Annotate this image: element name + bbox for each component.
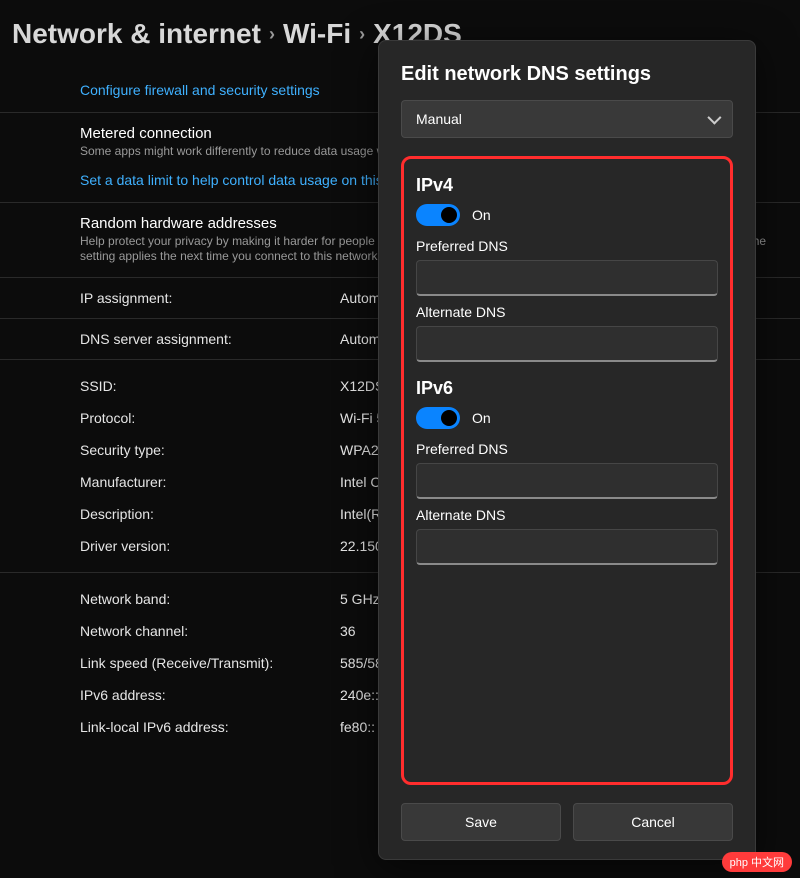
ipv4-toggle-label: On (472, 207, 491, 223)
edit-dns-dialog: Edit network DNS settings Manual IPv4 On… (378, 40, 756, 860)
breadcrumb-wifi[interactable]: Wi-Fi (283, 18, 351, 50)
cancel-button[interactable]: Cancel (573, 803, 733, 841)
watermark: php 中文网 (722, 852, 792, 872)
property-value: 36 (340, 623, 356, 639)
property-key: Link speed (Receive/Transmit): (80, 655, 340, 671)
ipv4-preferred-label: Preferred DNS (416, 238, 718, 254)
dns-mode-select[interactable]: Manual (401, 100, 733, 138)
chevron-right-icon: › (269, 24, 275, 45)
ipv4-toggle[interactable] (416, 204, 460, 226)
ipv6-heading: IPv6 (416, 378, 718, 399)
dns-assignment-label: DNS server assignment: (80, 331, 340, 347)
dns-config-highlight: IPv4 On Preferred DNS Alternate DNS IPv6… (401, 156, 733, 785)
breadcrumb-root[interactable]: Network & internet (12, 18, 261, 50)
ipv4-alternate-label: Alternate DNS (416, 304, 718, 320)
property-key: Security type: (80, 442, 340, 458)
ipv6-preferred-input[interactable] (416, 463, 718, 499)
property-value: fe80:: (340, 719, 375, 735)
property-value: 5 GHz (340, 591, 380, 607)
property-key: Network band: (80, 591, 340, 607)
property-key: Manufacturer: (80, 474, 340, 490)
property-key: Description: (80, 506, 340, 522)
ipv6-alternate-label: Alternate DNS (416, 507, 718, 523)
ip-assignment-label: IP assignment: (80, 290, 340, 306)
ipv6-toggle[interactable] (416, 407, 460, 429)
ipv6-preferred-label: Preferred DNS (416, 441, 718, 457)
save-button[interactable]: Save (401, 803, 561, 841)
property-key: Link-local IPv6 address: (80, 719, 340, 735)
ipv6-toggle-label: On (472, 410, 491, 426)
ipv4-alternate-input[interactable] (416, 326, 718, 362)
dns-mode-value: Manual (416, 111, 462, 127)
property-key: IPv6 address: (80, 687, 340, 703)
ipv6-alternate-input[interactable] (416, 529, 718, 565)
chevron-down-icon (707, 111, 721, 125)
chevron-right-icon: › (359, 24, 365, 45)
property-key: Network channel: (80, 623, 340, 639)
firewall-link[interactable]: Configure firewall and security settings (80, 82, 320, 98)
dialog-title: Edit network DNS settings (401, 63, 733, 86)
property-value: 240e:: (340, 687, 379, 703)
property-key: Protocol: (80, 410, 340, 426)
ipv4-heading: IPv4 (416, 175, 718, 196)
property-key: SSID: (80, 378, 340, 394)
property-key: Driver version: (80, 538, 340, 554)
ipv4-preferred-input[interactable] (416, 260, 718, 296)
